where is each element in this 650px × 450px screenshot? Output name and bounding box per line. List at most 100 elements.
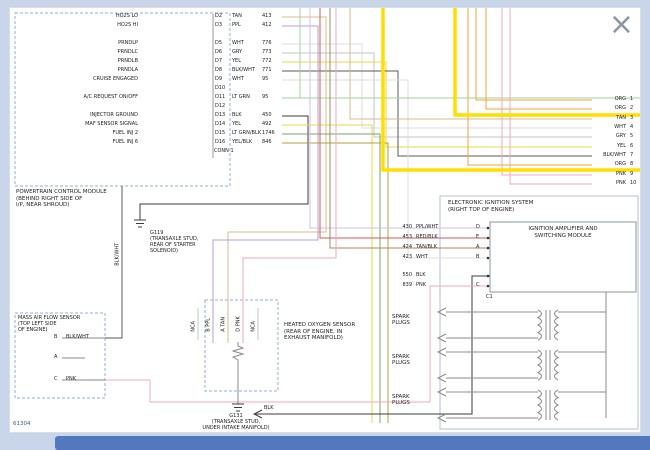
- pcm-circuit-label: 413: [262, 14, 272, 20]
- ho2s-wire-label: B PPL: [206, 298, 212, 332]
- coil-1-plug-wires: [438, 308, 538, 342]
- module-input-color: RED/BLK: [416, 235, 438, 241]
- right-pin-number: 8: [630, 162, 633, 168]
- right-pin-number: 10: [630, 181, 636, 187]
- coil-2-core: [546, 350, 550, 380]
- g131-ground-icon: [232, 404, 244, 411]
- right-pin-number: 1: [630, 97, 633, 103]
- coil-3-core: [546, 390, 550, 420]
- pcm-signal-label: PRNDLA: [28, 68, 138, 74]
- pcm-circuit-label: 412: [262, 23, 272, 29]
- right-pin-color-label: WHT: [594, 125, 626, 131]
- module-input-pin: B: [476, 255, 479, 261]
- pcm-wire-color-label: LT GRN: [232, 95, 250, 101]
- right-pin-number: 6: [630, 144, 633, 150]
- right-pin-number: 5: [630, 134, 633, 140]
- wire-org-pin1: [476, 8, 592, 100]
- right-pin-color-label: ORG: [594, 97, 626, 103]
- wire-ltgrnblk-inj2: [282, 134, 380, 423]
- wires: [62, 8, 640, 423]
- right-pin-color-label: BLK/WHT: [594, 153, 626, 159]
- pcm-signal-label: PRNDLC: [28, 50, 138, 56]
- module-input-pin: D: [476, 225, 480, 231]
- diagram-canvas: CONN 1 61304 BLK/WHT BLK HO2S LOD2TAN413…: [10, 8, 640, 432]
- right-pin-color-label: YEL: [594, 144, 626, 150]
- module-input-pin: A: [476, 245, 479, 251]
- pcm-circuit-label: 846: [262, 140, 272, 146]
- wire-pnk-pin9: [502, 8, 592, 175]
- pcm-signal-label: HO2S HI: [28, 23, 138, 29]
- ho2s-wire-label: D PNK: [236, 298, 242, 332]
- right-pin-color-label: ORG: [594, 106, 626, 112]
- wire-pnk-ho2s-heater: [243, 8, 336, 343]
- right-pin-color-label: TAN: [594, 116, 626, 122]
- coil-1-core: [546, 310, 550, 340]
- pcm-pin-label: D11: [215, 95, 225, 101]
- maf-title: OF ENGINE): [18, 328, 48, 334]
- pcm-wire-color-label: WHT: [232, 77, 244, 83]
- pcm-circuit-label: 492: [262, 122, 272, 128]
- coil-3-secondary: [555, 390, 559, 420]
- module-pin-dot: [487, 237, 490, 240]
- pcm-title: I/P, NEAR SHROUD): [16, 202, 69, 208]
- spark-plugs-label: PLUGS: [392, 400, 410, 406]
- right-pin-number: 3: [630, 116, 633, 122]
- pcm-pin-label: D15: [215, 131, 225, 137]
- close-icon[interactable]: ×: [609, 10, 634, 40]
- module-input-circuit: 423: [394, 255, 412, 261]
- module-pin-dot: [487, 275, 490, 278]
- pcm-circuit-label: 771: [262, 68, 272, 74]
- module-pin-dots: [487, 227, 490, 288]
- ignition-coils: [438, 292, 606, 422]
- module-pin-dot: [487, 247, 490, 250]
- g131-label: UNDER INTAKE MANIFOLD): [191, 426, 281, 432]
- coil-feed-bus: [558, 292, 606, 418]
- pcm-connector-label: CONN 1: [214, 149, 234, 155]
- module-input-color: PNK: [416, 283, 426, 289]
- pcm-pin-label: D8: [215, 68, 222, 74]
- right-pin-number: 2: [630, 106, 633, 112]
- right-pin-color-label: PNK: [594, 172, 626, 178]
- right-pin-number: 7: [630, 153, 633, 159]
- pcm-signal-label: FUEL INJ 6: [28, 140, 138, 146]
- coil-2-secondary: [555, 350, 559, 380]
- pcm-pin-label: D7: [215, 59, 222, 65]
- pcm-wire-color-label: LT GRN/BLK: [232, 131, 261, 137]
- pcm-pin-label: D14: [215, 122, 225, 128]
- module-title: IGNITION AMPLIFIER AND: [491, 226, 635, 232]
- diagram-number: 61304: [13, 421, 31, 427]
- ho2s-title: (REAR OF ENGINE, IN: [284, 329, 342, 335]
- horizontal-scrollbar[interactable]: [55, 436, 650, 450]
- pcm-signal-label: CRUISE ENGAGED: [28, 77, 138, 83]
- pcm-pin-label: D6: [215, 50, 222, 56]
- coil-3-plug-wires: [438, 388, 538, 422]
- wire-org-pin8: [468, 8, 592, 165]
- pcm-signal-label: A/C REQUEST ON/OFF: [28, 95, 138, 101]
- ho2s-element: [233, 342, 243, 404]
- wire-pnk-pin10: [510, 8, 592, 184]
- pcm-wire-color-label: YEL/BLK: [232, 140, 252, 146]
- pcm-pin-label: D2: [215, 14, 222, 20]
- coil-2-plug-wires: [438, 348, 538, 382]
- pcm-circuit-label: 95: [262, 95, 268, 101]
- pcm-wire-color-label: BLK: [232, 113, 242, 119]
- wire-ppl-ho2s-hi: [213, 26, 318, 343]
- ho2s-wire-label: A TAN: [221, 298, 227, 332]
- g131-wire-color-label: BLK: [264, 406, 274, 412]
- g119-label: SOLENOID): [150, 249, 178, 255]
- pcm-title: POWERTRAIN CONTROL MODULE: [16, 189, 107, 195]
- maf-internal-stubs: [62, 338, 105, 380]
- module-connector-label: C1: [486, 295, 493, 301]
- wire-yel-maf-signal: [282, 125, 372, 423]
- module-input-circuit: 839: [394, 283, 412, 289]
- pcm-circuit-label: 773: [262, 50, 272, 56]
- pcm-wire-color-label: GRY: [232, 50, 242, 56]
- spark-plugs-label: PLUGS: [392, 320, 410, 326]
- pcm-pin-label: D5: [215, 41, 222, 47]
- pcm-wire-color-label: YEL: [232, 59, 241, 65]
- pcm-pin-label: D9: [215, 77, 222, 83]
- maf-pin-letter: C: [54, 377, 58, 383]
- module-input-color: BLK: [416, 273, 426, 279]
- module-title: SWITCHING MODULE: [491, 233, 635, 239]
- wire-gry-prndlc: [282, 53, 592, 137]
